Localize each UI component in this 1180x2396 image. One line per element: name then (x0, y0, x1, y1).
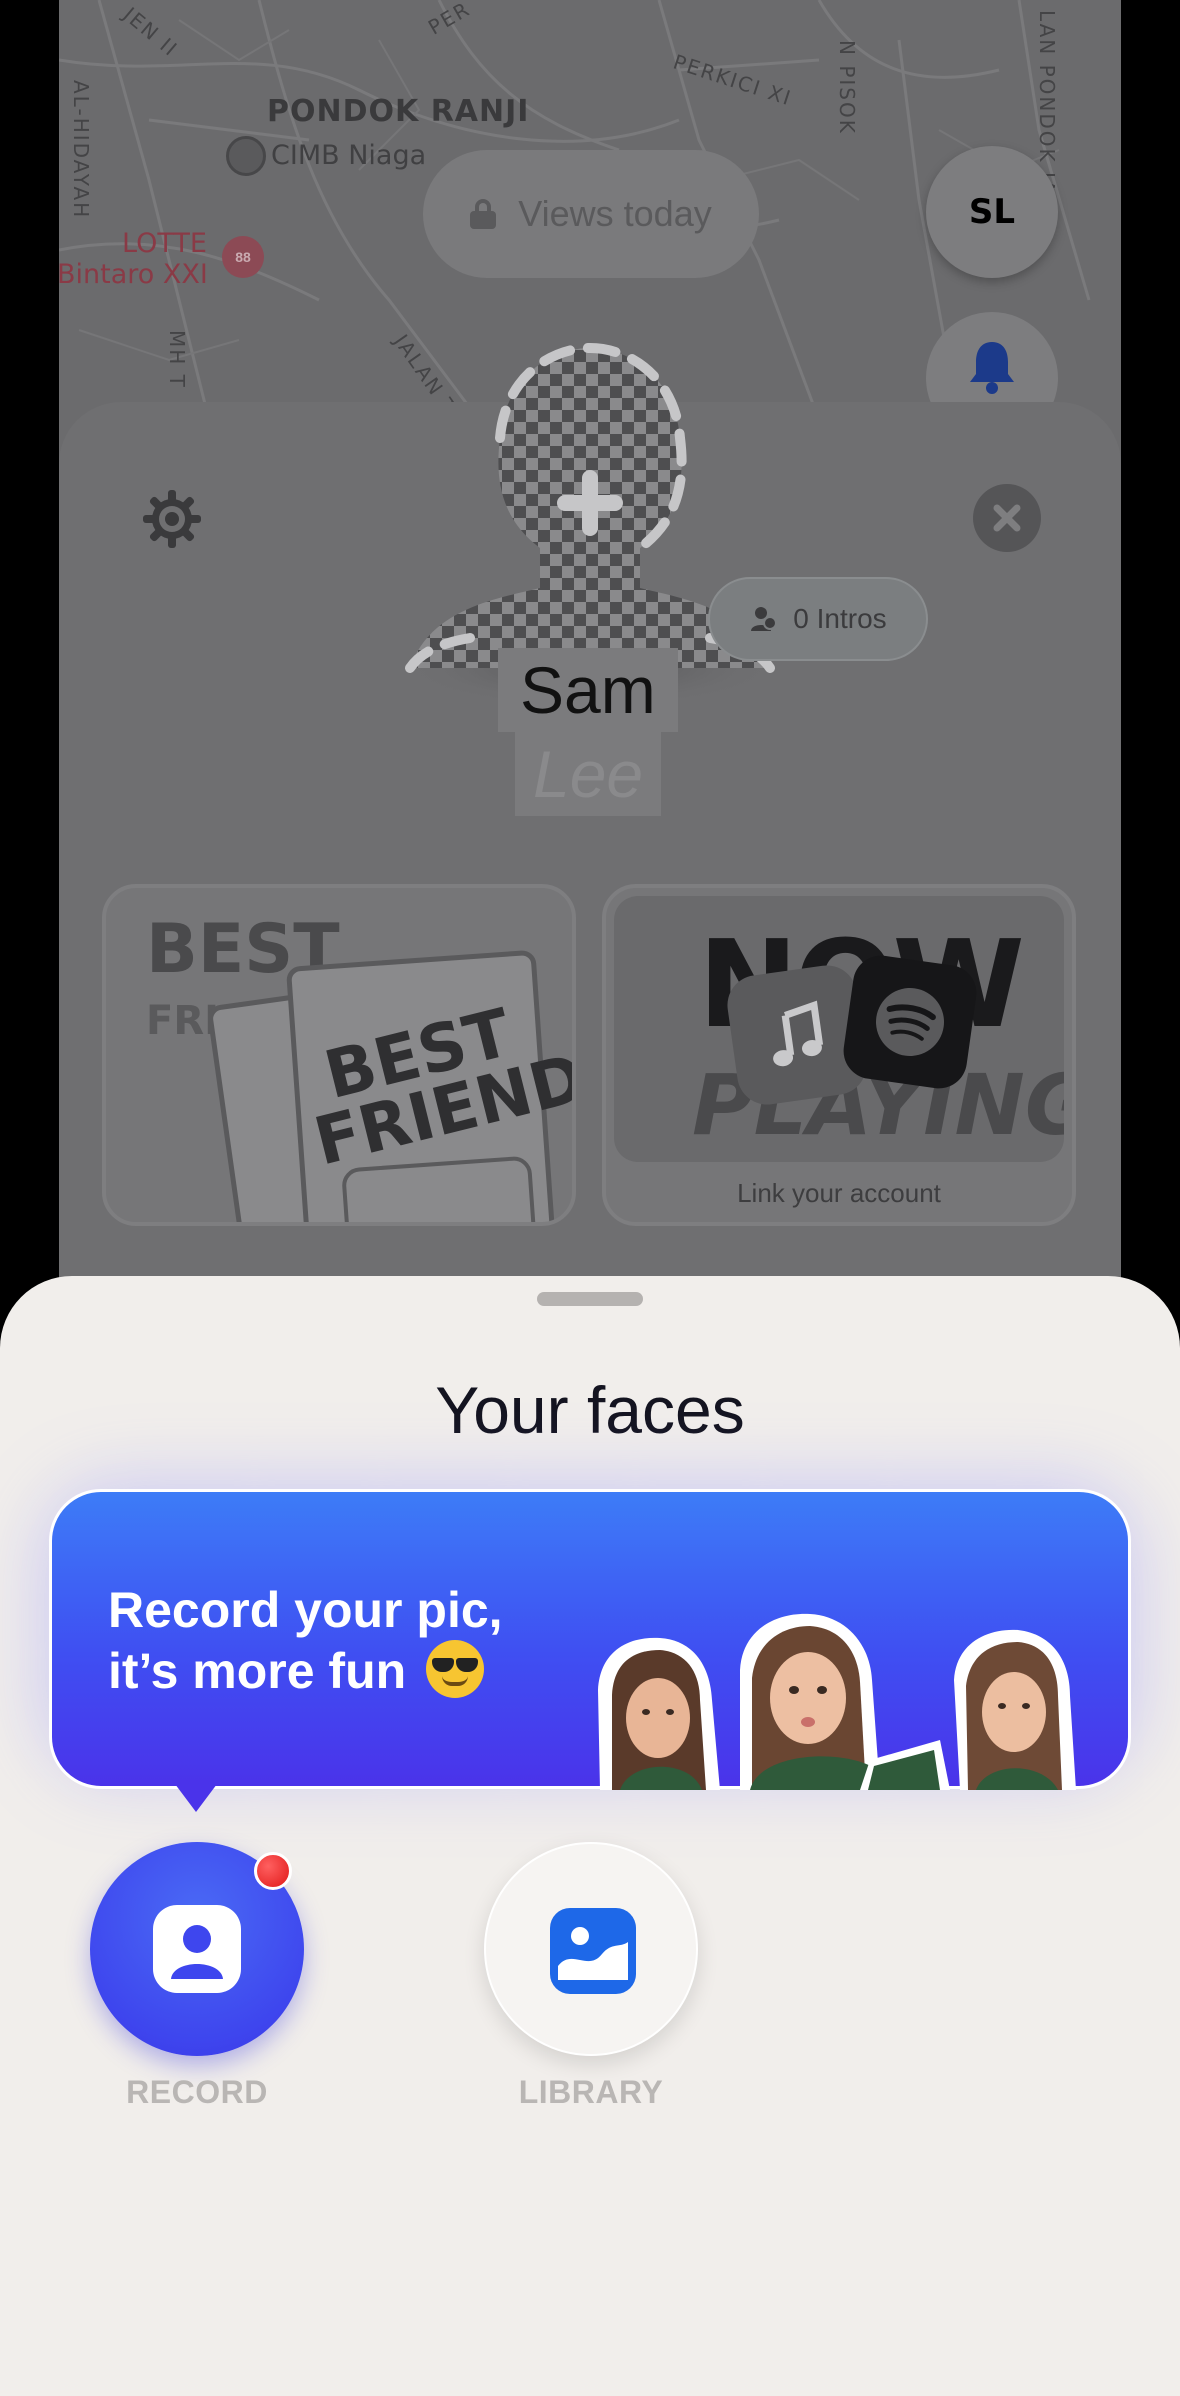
map-area-label: PONDOK RANJI (267, 94, 530, 129)
image-gallery-icon (550, 1908, 636, 1994)
map-street-label: MH T (165, 330, 189, 389)
views-today-button[interactable]: Views today (423, 150, 759, 278)
sunglasses-emoji-icon (426, 1640, 485, 1698)
first-name: Sam (498, 648, 678, 732)
map-street-label: AL-HIDAYAH (69, 80, 93, 220)
people-icon (751, 607, 778, 631)
best-friends-tile[interactable]: BEST FRIEN BEST FRIENDS (102, 884, 576, 1226)
sheet-drag-handle[interactable] (537, 1292, 643, 1306)
promo-text: Record your pic, it’s more fun (108, 1580, 503, 1701)
now-playing-artwork: NOW PLAYING (614, 896, 1064, 1162)
record-label: RECORD (126, 2074, 268, 2110)
bell-icon (970, 342, 1014, 394)
cinema-pin-icon: 88 (222, 236, 264, 278)
map-mall-label: LOTTE (122, 228, 207, 259)
promo-pointer (172, 1780, 220, 1812)
bank-pin-icon (226, 136, 266, 176)
library-button[interactable] (484, 1842, 698, 2056)
profile-avatar-button[interactable]: SL (926, 146, 1058, 278)
sheet-title: Your faces (435, 1373, 745, 1447)
close-icon (993, 504, 1021, 532)
screen: JEN II PER PERKICI XI N PISOK LAN PONDOK… (0, 0, 1180, 2396)
notification-dot (254, 1852, 292, 1890)
promo-line-1: Record your pic, (108, 1582, 503, 1638)
map-mall-label: Bintaro XXI (59, 259, 208, 290)
lock-icon (470, 199, 497, 229)
record-person-icon (153, 1905, 241, 1993)
best-friends-card-front: BEST FRIENDS (285, 949, 576, 1222)
now-playing-tile[interactable]: NOW PLAYING Link your account (602, 884, 1076, 1226)
settings-gear-icon[interactable] (141, 488, 203, 550)
promo-people-illustration (598, 1613, 1076, 1790)
last-name: Lee (515, 732, 662, 816)
views-today-label: Views today (518, 193, 712, 234)
intros-badge[interactable]: 0 Intros (708, 577, 928, 661)
map-street-label: N PISOK (835, 40, 859, 135)
intros-count-label: 0 Intros (793, 603, 887, 634)
best-friends-card-text: BEST FRIENDS (307, 993, 576, 1181)
spotify-icon (839, 951, 981, 1093)
map-poi-label: CIMB Niaga (271, 140, 427, 171)
library-label: LIBRARY (518, 2074, 664, 2110)
promo-line-2: it’s more fun (108, 1643, 407, 1699)
close-button[interactable] (973, 484, 1041, 552)
link-account-caption: Link your account (737, 1178, 941, 1208)
